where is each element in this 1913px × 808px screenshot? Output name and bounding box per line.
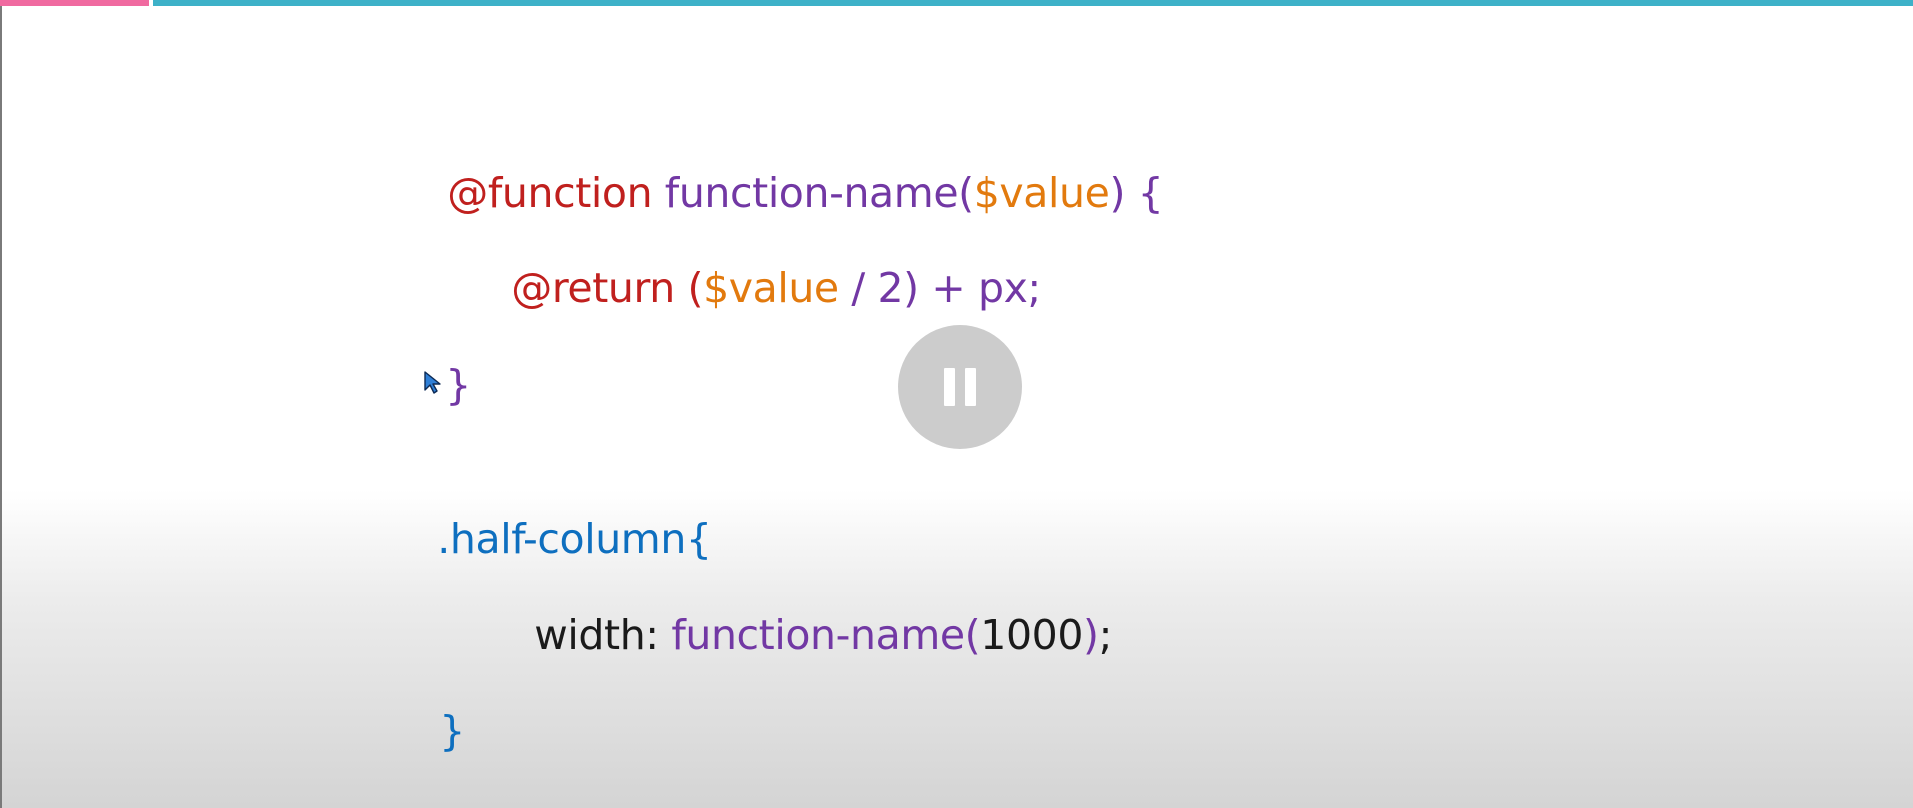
return-expression-rest: / 2) + px;	[838, 264, 1041, 312]
pause-button[interactable]	[898, 325, 1022, 449]
mouse-cursor-icon	[424, 371, 441, 394]
function-name-token: function-name(	[664, 169, 974, 217]
statement-semicolon: ;	[1098, 611, 1113, 659]
function-call-argument: 1000	[980, 611, 1084, 659]
function-close-brace: }	[445, 361, 471, 409]
video-progress-bar[interactable]	[0, 0, 1913, 6]
code-line-selector: .half-column{	[412, 464, 712, 564]
code-line-width-declaration: width: function-name(1000);	[509, 560, 1112, 660]
slide-left-border	[0, 0, 2, 808]
progress-scrubber-gap	[149, 0, 153, 6]
width-property: width:	[534, 611, 672, 659]
half-column-selector: .half-column{	[437, 515, 712, 563]
code-line-return-statement: @return ($value / 2) + px;	[486, 213, 1041, 313]
selector-close-brace: }	[439, 707, 465, 755]
function-call-token: function-name(	[671, 611, 981, 659]
return-open-paren: (	[687, 264, 704, 312]
return-value-parameter: $value	[703, 264, 839, 312]
at-function-keyword: @function	[447, 169, 653, 217]
open-brace-token: ) {	[1109, 169, 1164, 217]
at-return-keyword: @return	[511, 264, 675, 312]
value-parameter: $value	[973, 169, 1110, 217]
code-line-selector-close: }	[414, 656, 465, 756]
progress-played-segment	[0, 0, 149, 6]
function-call-close-paren: )	[1083, 611, 1099, 659]
code-line-function-declaration: @function function-name($value) {	[422, 118, 1163, 218]
